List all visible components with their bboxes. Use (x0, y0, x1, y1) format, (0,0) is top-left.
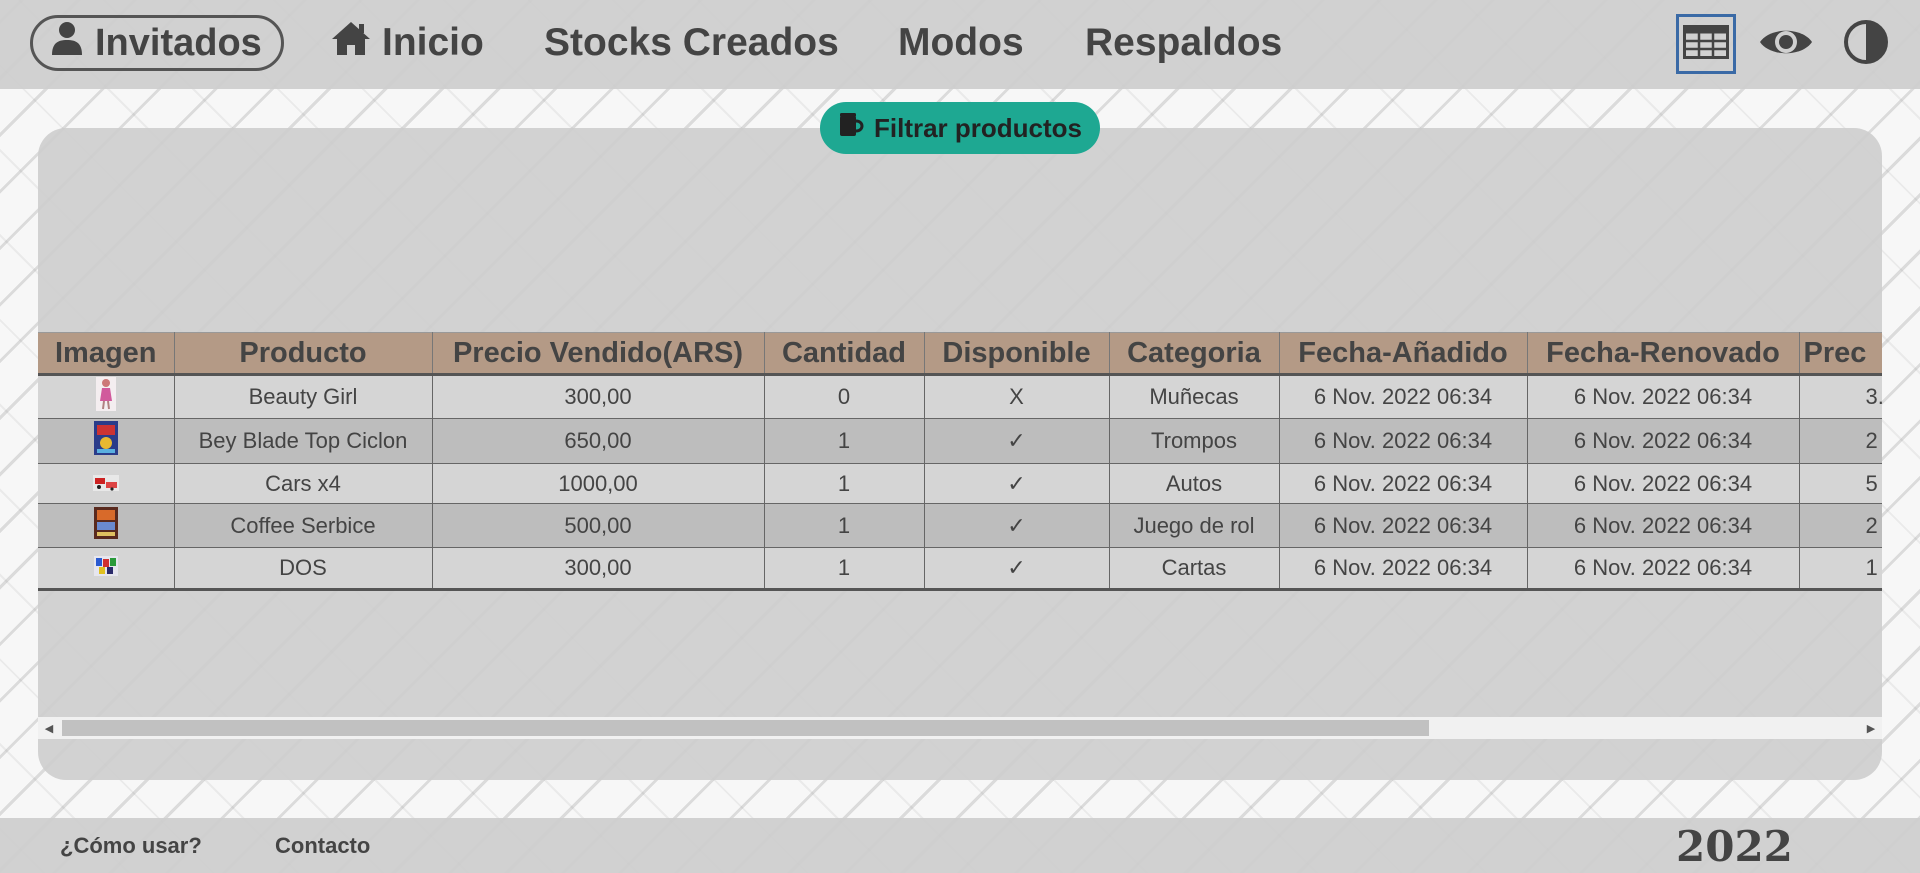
horizontal-scrollbar[interactable]: ◀ ▶ (38, 717, 1882, 739)
mug-icon (838, 112, 866, 145)
image-cell (38, 418, 175, 464)
product-thumbnail[interactable] (92, 471, 119, 497)
footer: ¿Cómo usar? Contacto 2022 (0, 818, 1920, 873)
table-row[interactable]: Beauty Girl 300,00 0 X Muñecas 6 Nov. 20… (38, 374, 1882, 419)
how-to-use-link[interactable]: ¿Cómo usar? (60, 833, 202, 859)
category: Juego de rol (1109, 503, 1280, 548)
products-table: Imagen Producto Precio Vendido(ARS) Cant… (38, 332, 1882, 591)
products-panel: Imagen Producto Precio Vendido(ARS) Cant… (38, 128, 1882, 780)
price: 650,00 (432, 418, 765, 464)
nav-respaldos[interactable]: Respaldos (1085, 18, 1282, 68)
product-name: Cars x4 (174, 463, 433, 504)
footer-year: 2022 (1676, 822, 1793, 871)
category: Autos (1109, 463, 1280, 504)
availability: ✓ (924, 503, 1110, 548)
quantity: 0 (764, 374, 925, 419)
contrast-icon (1843, 19, 1889, 70)
header-cantidad[interactable]: Cantidad (764, 332, 925, 376)
product-name: Coffee Serbice (174, 503, 433, 548)
guests-button[interactable]: Invitados (30, 15, 284, 71)
date-added: 6 Nov. 2022 06:34 (1279, 503, 1528, 548)
nav-stocks-label: Stocks Creados (544, 21, 839, 64)
table-row[interactable]: DOS 300,00 1 ✓ Cartas 6 Nov. 2022 06:34 … (38, 547, 1882, 591)
nav-stocks-creados[interactable]: Stocks Creados (544, 18, 839, 68)
prec: 3. (1799, 374, 1882, 419)
quantity: 1 (764, 463, 925, 504)
category: Cartas (1109, 547, 1280, 591)
user-icon (51, 21, 83, 65)
scroll-left-arrow-icon[interactable]: ◀ (38, 717, 60, 739)
product-thumbnail[interactable] (93, 555, 118, 582)
header-prec[interactable]: Prec (1799, 332, 1882, 376)
header-fecha-anadido[interactable]: Fecha-Añadido (1279, 332, 1528, 376)
price: 300,00 (432, 547, 765, 591)
contact-link[interactable]: Contacto (275, 833, 370, 859)
prec: 5 (1799, 463, 1882, 504)
category: Muñecas (1109, 374, 1280, 419)
quantity: 1 (764, 418, 925, 464)
product-thumbnail[interactable] (93, 506, 118, 545)
price: 1000,00 (432, 463, 765, 504)
table-row[interactable]: Cars x4 1000,00 1 ✓ Autos 6 Nov. 2022 06… (38, 463, 1882, 504)
date-renewed: 6 Nov. 2022 06:34 (1527, 374, 1800, 419)
header-producto[interactable]: Producto (174, 332, 433, 376)
product-thumbnail[interactable] (93, 421, 118, 461)
product-name: Beauty Girl (174, 374, 433, 419)
scrollbar-thumb[interactable] (62, 720, 1429, 736)
date-renewed: 6 Nov. 2022 06:34 (1527, 463, 1800, 504)
date-renewed: 6 Nov. 2022 06:34 (1527, 547, 1800, 591)
eye-icon (1758, 24, 1814, 65)
header-categoria[interactable]: Categoria (1109, 332, 1280, 376)
prec: 2 (1799, 418, 1882, 464)
prec: 2 (1799, 503, 1882, 548)
contrast-button[interactable] (1836, 14, 1896, 74)
header-fecha-renovado[interactable]: Fecha-Renovado (1527, 332, 1800, 376)
product-thumbnail[interactable] (95, 377, 116, 417)
availability: ✓ (924, 418, 1110, 464)
scroll-right-arrow-icon[interactable]: ▶ (1860, 717, 1882, 739)
table-view-button[interactable] (1676, 14, 1736, 74)
image-cell (38, 374, 175, 419)
price: 300,00 (432, 374, 765, 419)
date-added: 6 Nov. 2022 06:34 (1279, 547, 1528, 591)
top-navbar: Invitados Inicio Stocks Creados Modos Re… (0, 0, 1920, 89)
product-name: DOS (174, 547, 433, 591)
date-added: 6 Nov. 2022 06:34 (1279, 374, 1528, 419)
nav-home[interactable]: Inicio (330, 18, 484, 68)
date-renewed: 6 Nov. 2022 06:34 (1527, 503, 1800, 548)
filter-products-button[interactable]: Filtrar productos (820, 102, 1100, 154)
table-view-icon (1683, 24, 1729, 64)
availability: ✓ (924, 463, 1110, 504)
image-cell (38, 503, 175, 548)
visibility-button[interactable] (1756, 14, 1816, 74)
nav-modos-label: Modos (898, 21, 1024, 64)
home-icon (330, 20, 372, 66)
category: Trompos (1109, 418, 1280, 464)
nav-home-label: Inicio (382, 21, 484, 64)
price: 500,00 (432, 503, 765, 548)
image-cell (38, 547, 175, 591)
quantity: 1 (764, 547, 925, 591)
availability: ✓ (924, 547, 1110, 591)
header-disponible[interactable]: Disponible (924, 332, 1110, 376)
header-imagen[interactable]: Imagen (38, 332, 175, 376)
prec: 1 (1799, 547, 1882, 591)
product-name: Bey Blade Top Ciclon (174, 418, 433, 464)
availability: X (924, 374, 1110, 419)
quantity: 1 (764, 503, 925, 548)
nav-modos[interactable]: Modos (898, 18, 1024, 68)
image-cell (38, 463, 175, 504)
table-row[interactable]: Bey Blade Top Ciclon 650,00 1 ✓ Trompos … (38, 418, 1882, 464)
date-renewed: 6 Nov. 2022 06:34 (1527, 418, 1800, 464)
guests-label: Invitados (95, 21, 262, 64)
products-table-container: Imagen Producto Precio Vendido(ARS) Cant… (38, 332, 1882, 592)
nav-respaldos-label: Respaldos (1085, 21, 1283, 64)
header-precio[interactable]: Precio Vendido(ARS) (432, 332, 765, 376)
table-header-row: Imagen Producto Precio Vendido(ARS) Cant… (38, 332, 1882, 376)
date-added: 6 Nov. 2022 06:34 (1279, 463, 1528, 504)
filter-products-label: Filtrar productos (873, 112, 1082, 143)
table-row[interactable]: Coffee Serbice 500,00 1 ✓ Juego de rol 6… (38, 503, 1882, 548)
date-added: 6 Nov. 2022 06:34 (1279, 418, 1528, 464)
